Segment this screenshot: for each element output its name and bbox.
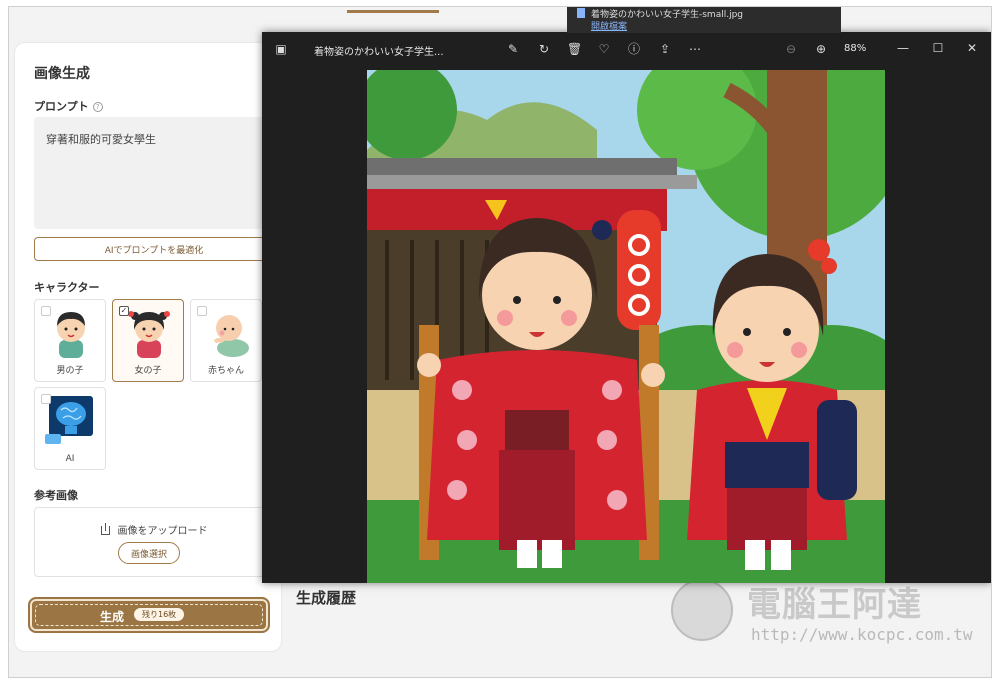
character-card-boy[interactable]: 男の子 xyxy=(34,299,106,382)
share-icon[interactable]: ⇪ xyxy=(658,42,672,56)
checkbox-ai[interactable] xyxy=(41,394,51,404)
watermark-url: http://www.kocpc.com.tw xyxy=(751,625,973,644)
upload-label: 画像をアップロード xyxy=(117,526,208,537)
generate-label: 生成 xyxy=(100,610,125,624)
download-filename-row: 着物姿のかわいい女子学生-small.jpg xyxy=(577,8,831,21)
character-label-boy: 男の子 xyxy=(56,366,84,376)
remaining-badge: 残り16枚 xyxy=(134,608,185,621)
prompt-label: プロンプト? xyxy=(34,98,103,114)
select-image-button[interactable]: 画像選択 xyxy=(118,542,180,564)
minimize-icon[interactable]: — xyxy=(895,40,911,56)
watermark-face-icon xyxy=(671,579,733,641)
watermark-brand: 電腦王阿達 xyxy=(747,585,922,625)
open-file-link[interactable]: 開啟檔案 xyxy=(591,22,627,32)
checkbox-baby[interactable] xyxy=(197,306,207,316)
reference-image-label: 参考画像 xyxy=(34,489,78,502)
viewer-title: 着物姿のかわいい女子学生... xyxy=(314,47,444,58)
character-label-girl: 女の子 xyxy=(134,366,162,376)
character-card-ai[interactable]: AI xyxy=(34,387,106,470)
character-label-ai: AI xyxy=(65,454,75,464)
kimono-girls-illustration xyxy=(367,70,885,583)
edit-icon[interactable]: ✎ xyxy=(506,42,520,56)
download-notification[interactable]: 着物姿のかわいい女子学生-small.jpg 開啟檔案 xyxy=(567,7,841,33)
app-frame: 画像生成 プロンプト? 穿著和服的可愛女學生 AIでプロンプトを最適化 キャラク… xyxy=(8,6,992,678)
rotate-icon[interactable]: ↻ xyxy=(537,42,551,56)
image-generation-panel: 画像生成 プロンプト? 穿著和服的可愛女學生 AIでプロンプトを最適化 キャラク… xyxy=(15,43,281,651)
file-icon xyxy=(577,8,585,18)
delete-icon[interactable]: 🗑 xyxy=(567,42,582,56)
upload-icon xyxy=(100,523,110,535)
help-icon[interactable]: ? xyxy=(92,102,103,112)
history-title: 生成履歴 xyxy=(296,589,357,607)
panel-title: 画像生成 xyxy=(34,66,90,82)
photo-viewer-window: ▣ 着物姿のかわいい女子学生... ✎ ↻ 🗑 ♡ ⓘ ⇪ ⋯ ⊖ ⊕ 88% … xyxy=(262,32,991,583)
viewer-toolbar: ▣ 着物姿のかわいい女子学生... ✎ ↻ 🗑 ♡ ⓘ ⇪ ⋯ ⊖ ⊕ 88% … xyxy=(262,32,991,68)
character-card-baby[interactable]: 赤ちゃん xyxy=(190,299,262,382)
download-filename: 着物姿のかわいい女子学生-small.jpg xyxy=(591,10,744,20)
close-icon[interactable]: ✕ xyxy=(964,40,980,56)
watermark-logo: 電腦王阿達 http://www.kocpc.com.tw xyxy=(669,575,973,655)
viewer-image xyxy=(367,70,885,583)
top-tab-indicator xyxy=(347,10,439,13)
generate-button[interactable]: 生成 残り16枚 xyxy=(28,597,270,633)
character-label: キャラクター xyxy=(34,281,100,294)
gallery-icon[interactable]: ▣ xyxy=(274,42,288,56)
more-icon[interactable]: ⋯ xyxy=(688,42,702,56)
zoom-out-icon[interactable]: ⊖ xyxy=(784,42,798,56)
prompt-label-text: プロンプト xyxy=(34,100,89,113)
info-icon[interactable]: ⓘ xyxy=(627,42,641,56)
reference-upload-area[interactable]: 画像をアップロード 画像選択 xyxy=(34,507,274,577)
checkbox-boy[interactable] xyxy=(41,306,51,316)
prompt-input[interactable]: 穿著和服的可愛女學生 xyxy=(34,117,274,229)
character-card-girl[interactable]: ✓ 女の子 xyxy=(112,299,184,382)
character-label-baby: 赤ちゃん xyxy=(207,366,244,376)
maximize-icon[interactable]: ☐ xyxy=(930,40,946,56)
favorite-icon[interactable]: ♡ xyxy=(597,42,611,56)
optimize-prompt-button[interactable]: AIでプロンプトを最適化 xyxy=(34,237,274,261)
zoom-in-icon[interactable]: ⊕ xyxy=(814,42,828,56)
upload-row: 画像をアップロード xyxy=(35,522,273,537)
checkbox-girl[interactable]: ✓ xyxy=(119,306,129,316)
zoom-level: 88% xyxy=(844,43,867,54)
